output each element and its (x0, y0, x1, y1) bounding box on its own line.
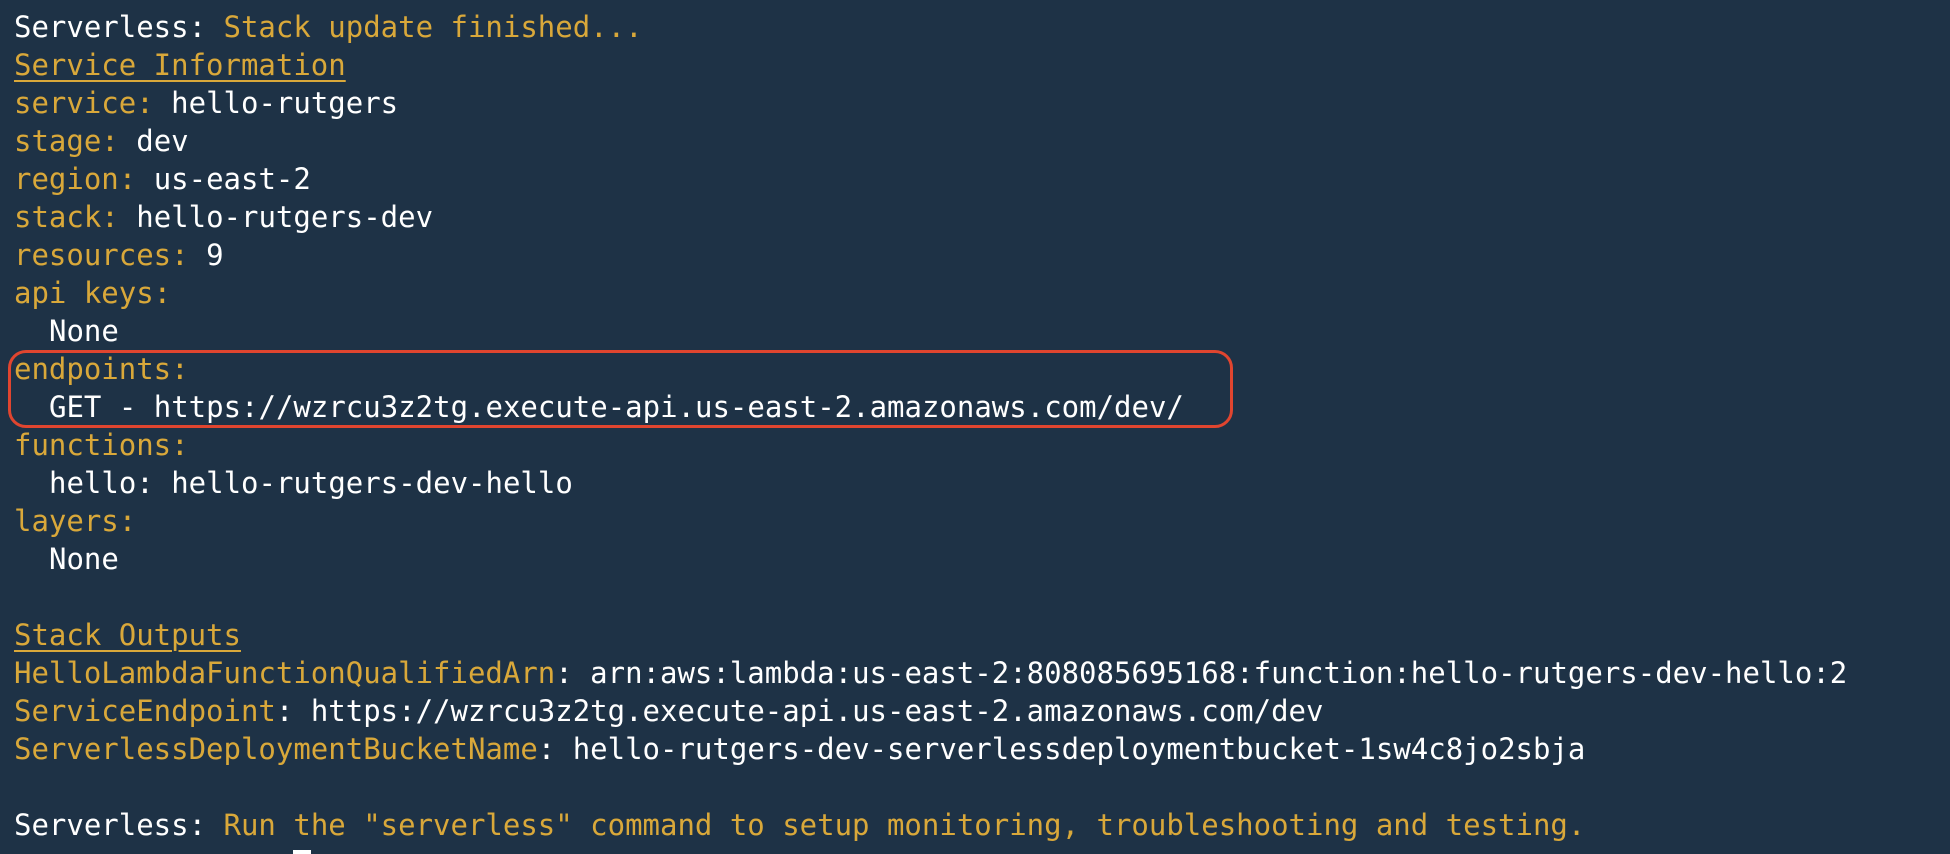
stack-line: stack: hello-rutgers-dev (14, 198, 1950, 236)
functions-line: functions: (14, 426, 1950, 464)
service-info-heading-line: Service Information (14, 46, 1950, 84)
stage-line: stage: dev (14, 122, 1950, 160)
stack-output-row: HelloLambdaFunctionQualifiedArn: arn:aws… (14, 654, 1950, 692)
serverless-prefix: Serverless: (14, 10, 224, 44)
output-value: hello-rutgers-dev-serverlessdeploymentbu… (572, 732, 1586, 766)
layers-value: None (49, 542, 119, 576)
region-value: us-east-2 (153, 162, 311, 196)
footer-line: Serverless: Run the "serverless" command… (14, 806, 1950, 844)
text-cursor (293, 850, 312, 854)
api-keys-value-line: None (14, 312, 1950, 350)
stage-key: stage: (14, 124, 119, 158)
endpoints-key: endpoints: (14, 352, 189, 386)
endpoint-value-line: GET - https://wzrcu3z2tg.execute-api.us-… (14, 388, 1950, 426)
footer-message: Run the "serverless" command to setup mo… (223, 808, 1586, 842)
service-key: service: (14, 86, 154, 120)
stack-outputs-heading-line: Stack Outputs (14, 616, 1950, 654)
api-keys-value: None (49, 314, 119, 348)
region-line: region: us-east-2 (14, 160, 1950, 198)
stage-value: dev (136, 124, 189, 158)
output-value: https://wzrcu3z2tg.execute-api.us-east-2… (310, 694, 1324, 728)
layers-line: layers: (14, 502, 1950, 540)
service-line: service: hello-rutgers (14, 84, 1950, 122)
stack-output-row: ServiceEndpoint: https://wzrcu3z2tg.exec… (14, 692, 1950, 730)
terminal-window[interactable]: Serverless: Stack update finished... Ser… (0, 0, 1950, 854)
stack-output-row: ServerlessDeploymentBucketName: hello-ru… (14, 730, 1950, 768)
resources-line: resources: 9 (14, 236, 1950, 274)
output-separator: : (555, 656, 591, 690)
resources-value: 9 (206, 238, 224, 272)
service-info-heading: Service Information (14, 48, 346, 82)
functions-key: functions: (14, 428, 189, 462)
region-key: region: (14, 162, 137, 196)
stack-key: stack: (14, 200, 119, 234)
function-value: hello: hello-rutgers-dev-hello (49, 466, 573, 500)
stack-outputs-heading: Stack Outputs (14, 618, 241, 652)
prompt-line[interactable] (14, 844, 1950, 854)
layers-value-line: None (14, 540, 1950, 578)
output-value: arn:aws:lambda:us-east-2:808085695168:fu… (590, 656, 1848, 690)
layers-key: layers: (14, 504, 137, 538)
output-key: ServiceEndpoint (14, 694, 276, 728)
endpoint-url[interactable]: GET - https://wzrcu3z2tg.execute-api.us-… (49, 390, 1184, 424)
api-keys-line: api keys: (14, 274, 1950, 312)
output-separator: : (275, 694, 311, 728)
status-message: Stack update finished... (223, 10, 643, 44)
api-keys-key: api keys: (14, 276, 172, 310)
service-value: hello-rutgers (171, 86, 399, 120)
endpoints-line: endpoints: (14, 350, 1950, 388)
output-separator: : (537, 732, 573, 766)
stack-value: hello-rutgers-dev (136, 200, 434, 234)
function-value-line: hello: hello-rutgers-dev-hello (14, 464, 1950, 502)
resources-key: resources: (14, 238, 189, 272)
status-line: Serverless: Stack update finished... (14, 8, 1950, 46)
prompt-text (14, 846, 293, 854)
output-key: HelloLambdaFunctionQualifiedArn (14, 656, 556, 690)
serverless-prefix: Serverless: (14, 808, 224, 842)
output-key: ServerlessDeploymentBucketName (14, 732, 538, 766)
